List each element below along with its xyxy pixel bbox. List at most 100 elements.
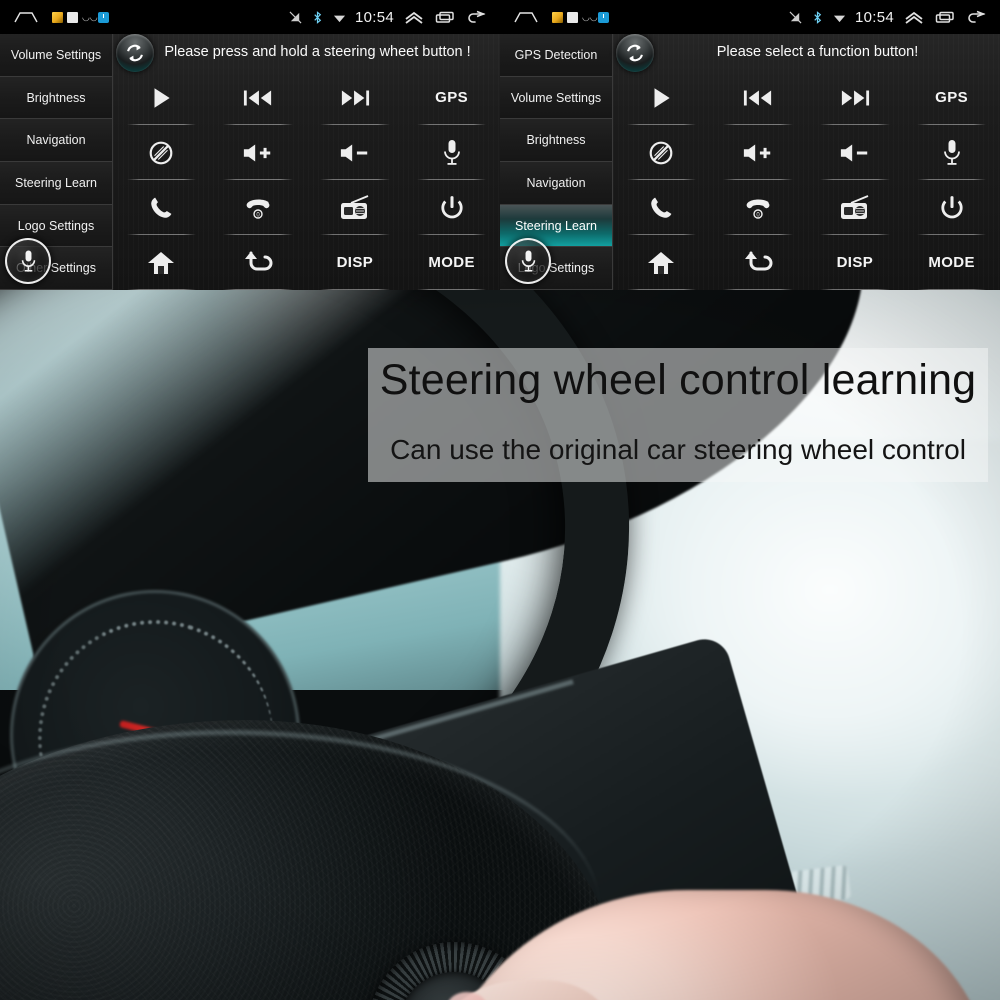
back-icon[interactable] (465, 10, 487, 25)
next-track-icon (841, 90, 869, 105)
function-button-disp[interactable]: DISP (307, 235, 404, 290)
function-button-call-end[interactable]: 0 (710, 180, 807, 235)
sidebar-item-volume-settings[interactable]: Volume Settings (0, 34, 112, 77)
sidebar-item-label: GPS Detection (514, 47, 598, 62)
function-button-back[interactable] (710, 235, 807, 290)
function-button-call-answer[interactable] (613, 180, 710, 235)
function-button-volume-down[interactable] (807, 125, 904, 180)
screenshot-panel-right: ◡◡ 10:54 GPS Detection Volume Settings B… (500, 0, 1000, 290)
square-notification-icon (567, 11, 578, 23)
overlay-title: Steering wheel control learning (379, 356, 977, 404)
sidebar-item-brightness[interactable]: Brightness (0, 76, 112, 120)
microphone-icon (943, 139, 960, 165)
function-button-next[interactable] (807, 70, 904, 125)
prompt-row-left: Please press and hold a steering wheet b… (113, 34, 500, 72)
bluetooth-icon (314, 10, 322, 24)
voice-assistant-fab[interactable] (505, 238, 551, 284)
phone-icon (651, 197, 672, 218)
recents-icon[interactable] (934, 10, 956, 25)
function-button-disp[interactable]: DISP (807, 235, 904, 290)
function-button-grid-left: GPS 0 DISP MODE (113, 70, 500, 290)
home-outline-icon[interactable] (514, 11, 538, 23)
function-button-voice[interactable] (903, 125, 1000, 180)
volume-down-icon (840, 144, 868, 161)
square-notification-icon (67, 11, 78, 23)
chevron-up-icon[interactable] (903, 10, 925, 25)
chevron-up-icon[interactable] (403, 10, 425, 25)
sidebar-item-label: Navigation (526, 175, 586, 190)
radio-icon (340, 194, 369, 219)
function-button-previous[interactable] (210, 70, 307, 125)
function-button-home[interactable] (613, 235, 710, 290)
function-button-grid-right: GPS 0 DISP MODE (613, 70, 1000, 290)
function-button-volume-up[interactable] (210, 125, 307, 180)
status-bar-right: ◡◡ 10:54 (500, 0, 1000, 34)
play-icon (654, 87, 671, 108)
prompt-row-right: Please select a function button! (613, 34, 1000, 72)
function-button-power[interactable] (903, 180, 1000, 235)
status-bar-left-group: ◡◡ (0, 11, 109, 23)
function-button-label: DISP (336, 254, 374, 271)
mute-icon (150, 141, 173, 164)
sync-refresh-button[interactable] (616, 34, 654, 72)
power-icon (441, 195, 463, 218)
home-outline-icon[interactable] (14, 11, 38, 23)
function-button-next[interactable] (307, 70, 404, 125)
recents-icon[interactable] (434, 10, 456, 25)
function-button-back[interactable] (210, 235, 307, 290)
function-button-label: DISP (836, 254, 874, 271)
sync-icon (627, 44, 643, 62)
sidebar-item-brightness[interactable]: Brightness (500, 119, 612, 163)
function-button-power[interactable] (403, 180, 500, 235)
sidebar-item-navigation[interactable]: Navigation (500, 162, 612, 205)
sidebar-item-gps-detection[interactable]: GPS Detection (500, 34, 612, 77)
function-button-volume-up[interactable] (710, 125, 807, 180)
function-button-mute[interactable] (613, 125, 710, 180)
function-button-mode[interactable]: MODE (903, 235, 1000, 290)
function-button-call-answer[interactable] (113, 180, 210, 235)
function-button-home[interactable] (113, 235, 210, 290)
sidebar-item-navigation[interactable]: Navigation (0, 119, 112, 163)
function-button-gps[interactable]: GPS (903, 70, 1000, 125)
function-button-voice[interactable] (403, 125, 500, 180)
sidebar-item-label: Steering Learn (514, 218, 597, 233)
volume-up-icon (244, 144, 271, 161)
sidebar-item-label: Logo Settings (17, 218, 95, 233)
panel-body-right: GPS Detection Volume Settings Brightness… (500, 34, 1000, 290)
voice-assistant-fab[interactable] (5, 238, 51, 284)
screenshot-panel-left: ◡◡ 10:54 Volume Settings Brightness Navi… (0, 0, 500, 290)
status-bar-right-group: 10:54 (789, 9, 1000, 26)
sync-refresh-button[interactable] (116, 34, 154, 72)
function-button-label: GPS (435, 89, 469, 106)
sidebar-item-volume-settings[interactable]: Volume Settings (500, 76, 612, 120)
function-button-gps[interactable]: GPS (403, 70, 500, 125)
next-track-icon (341, 90, 369, 105)
function-button-label: GPS (935, 89, 969, 106)
sidebar-item-label: Navigation (26, 133, 86, 148)
microphone-icon (521, 249, 535, 272)
microphone-icon (21, 249, 35, 272)
function-button-radio[interactable] (807, 180, 904, 235)
function-button-call-end[interactable]: 0 (210, 180, 307, 235)
status-bar-clock: 10:54 (354, 8, 394, 26)
radio-icon (840, 194, 869, 219)
function-button-radio[interactable] (307, 180, 404, 235)
undo-arrow-icon (745, 251, 773, 270)
content-left: Please press and hold a steering wheet b… (113, 34, 500, 290)
power-icon (941, 195, 963, 218)
function-button-previous[interactable] (710, 70, 807, 125)
function-button-play[interactable] (613, 70, 710, 125)
notification-icons: ◡◡ (52, 11, 109, 23)
function-button-volume-down[interactable] (307, 125, 404, 180)
warning-notification-icon (52, 11, 63, 23)
previous-track-icon (744, 90, 772, 105)
back-icon[interactable] (965, 10, 987, 25)
no-sim-icon (789, 11, 802, 23)
sidebar-item-steering-learn[interactable]: Steering Learn (0, 162, 112, 205)
clock-notification-icon (98, 11, 109, 23)
volume-up-icon (744, 144, 771, 161)
function-button-play[interactable] (113, 70, 210, 125)
undo-arrow-icon (245, 251, 273, 270)
function-button-mode[interactable]: MODE (403, 235, 500, 290)
function-button-mute[interactable] (113, 125, 210, 180)
